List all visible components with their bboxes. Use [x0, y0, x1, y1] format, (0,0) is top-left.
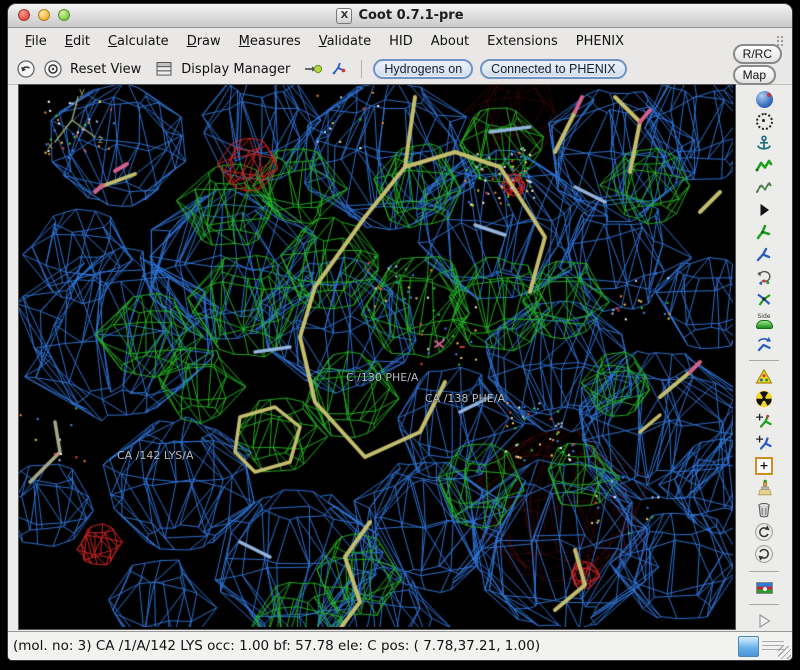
paint-brush-icon[interactable]	[736, 477, 792, 499]
map-button[interactable]: Map	[733, 65, 776, 85]
blue-scale-button[interactable]	[738, 636, 759, 657]
delete-item-icon[interactable]	[736, 499, 792, 521]
hydrogens-toggle-button[interactable]: Hydrogens on	[373, 59, 473, 79]
menu-item-hid[interactable]: HID	[380, 31, 422, 52]
toolbar-separator	[749, 360, 779, 361]
rotamers-pinwheel-icon[interactable]	[736, 288, 792, 310]
menu-item-extensions[interactable]: Extensions	[478, 31, 567, 52]
display-manager-icon[interactable]	[154, 59, 174, 79]
coot-window: X Coot 0.7.1-pre FileEditCalculateDrawMe…	[8, 4, 792, 660]
menu-item-draw[interactable]: Draw	[178, 31, 230, 52]
vertical-toolbar: Side + + +	[736, 84, 792, 632]
model-sphere-icon[interactable]	[736, 88, 792, 110]
redo-icon[interactable]	[736, 543, 792, 565]
menu-item-file[interactable]: File	[16, 31, 56, 52]
real-space-refine-icon[interactable]	[736, 155, 792, 177]
phenix-connection-button[interactable]: Connected to PHENIX	[480, 59, 626, 79]
menu-item-calculate[interactable]: Calculate	[99, 31, 178, 52]
menu-item-edit[interactable]: Edit	[56, 31, 99, 52]
svg-text:+: +	[755, 411, 764, 424]
close-window-icon[interactable]	[18, 9, 30, 21]
atom-label: CA /138 PHE/A	[425, 392, 505, 405]
density-map-view[interactable]	[19, 85, 733, 627]
resize-grip-icon[interactable]	[778, 646, 791, 659]
toolbar-separator	[361, 60, 362, 78]
go-to-atom-arrow-icon[interactable]	[303, 59, 323, 79]
regularize-zone-icon[interactable]	[736, 177, 792, 199]
simple-mutate-radiation-icon[interactable]	[736, 388, 792, 410]
undo-icon[interactable]	[736, 521, 792, 543]
environment-circle-icon[interactable]	[736, 110, 792, 132]
toolbar-separator	[749, 604, 779, 605]
run-play-icon[interactable]	[736, 610, 792, 632]
add-terminal-residue-icon[interactable]: +	[736, 410, 792, 432]
atom-label: C /130 PHE/A	[346, 371, 418, 384]
add-alt-conf-icon[interactable]: +	[736, 432, 792, 454]
rotate-translate-icon[interactable]	[736, 266, 792, 288]
flip-peptide-icon[interactable]	[736, 332, 792, 354]
menu-item-measures[interactable]: Measures	[230, 31, 310, 52]
toolbar-separator	[749, 571, 779, 572]
menu-item-phenix[interactable]: PHENIX	[567, 31, 633, 52]
menu-item-validate[interactable]: Validate	[310, 31, 380, 52]
reset-view-target-icon[interactable]	[43, 59, 63, 79]
flag-icon[interactable]	[736, 577, 792, 599]
reset-view-label[interactable]: Reset View	[70, 62, 141, 77]
menu-item-about[interactable]: About	[422, 31, 478, 52]
place-atom-icon[interactable]: +	[736, 455, 792, 477]
auto-fit-rotamer-icon[interactable]	[736, 221, 792, 243]
rrc-button[interactable]: R/RC	[733, 44, 782, 64]
fix-atoms-anchor-icon[interactable]	[736, 132, 792, 154]
rigid-body-fit-icon[interactable]	[736, 199, 792, 221]
zoom-window-icon[interactable]	[58, 9, 70, 21]
side-label: Side	[758, 314, 771, 320]
status-text: (mol. no: 3) CA /1/A/142 LYS occ: 1.00 b…	[13, 638, 540, 654]
window-controls	[18, 9, 70, 21]
svg-text:+: +	[755, 433, 764, 446]
x11-app-icon: X	[336, 8, 352, 24]
status-bar: (mol. no: 3) CA /1/A/142 LYS occ: 1.00 b…	[8, 631, 792, 660]
reset-view-back-icon[interactable]	[16, 59, 36, 79]
side-chain-180-icon[interactable]: Side	[736, 310, 792, 332]
minimize-window-icon[interactable]	[38, 9, 50, 21]
window-title: Coot 0.7.1-pre	[358, 8, 463, 23]
title-bar[interactable]: X Coot 0.7.1-pre	[8, 4, 792, 28]
display-manager-label[interactable]: Display Manager	[181, 62, 290, 77]
atom-label: CA /142 LYS/A	[117, 449, 194, 462]
menu-bar: FileEditCalculateDrawMeasuresValidateHID…	[8, 28, 792, 54]
mutate-hazard-icon[interactable]	[736, 366, 792, 388]
edit-chi-angles-icon[interactable]	[736, 244, 792, 266]
tool-bar: Reset View Display Manager Hydrogens on …	[8, 54, 792, 85]
molecule-icon[interactable]	[330, 59, 350, 79]
gl-canvas[interactable]: C /130 PHE/A CA /138 PHE/A CA /142 LYS/A	[18, 84, 736, 630]
